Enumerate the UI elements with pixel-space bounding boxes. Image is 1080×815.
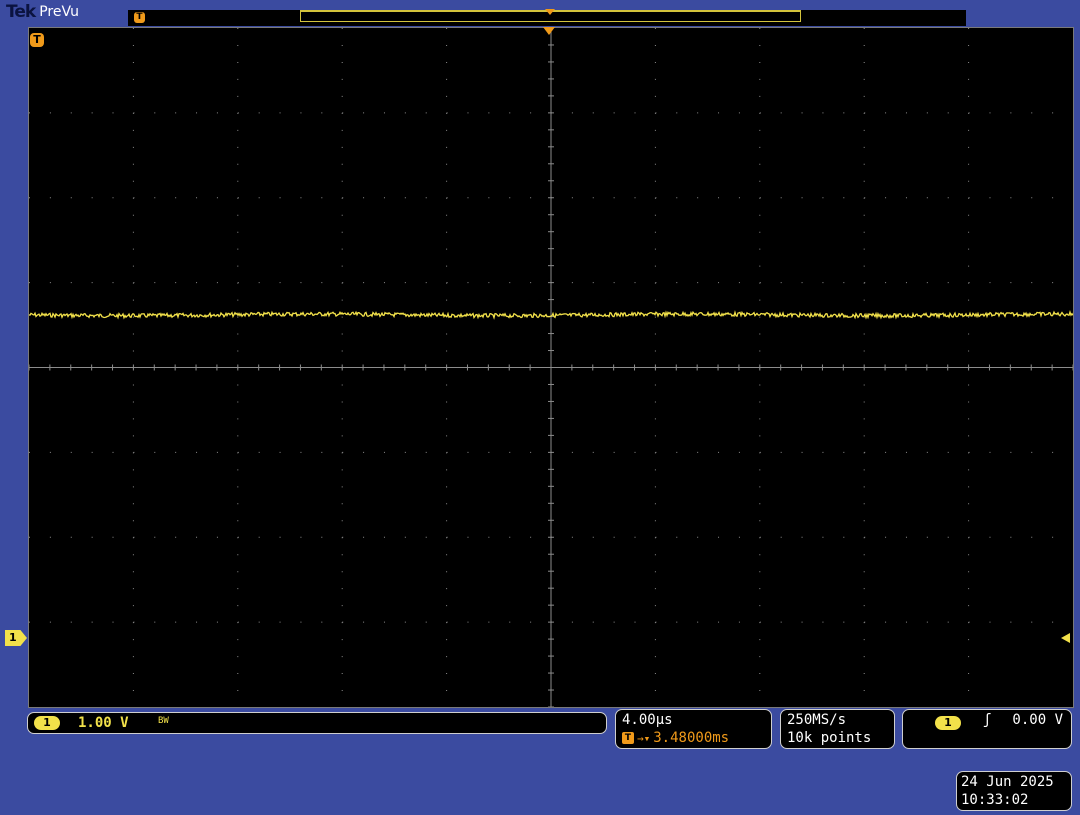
time: 10:33:02 [961, 792, 1029, 808]
channel1-badge: 1 [34, 716, 60, 730]
sample-rate: 250MS/s [787, 712, 847, 728]
record-center-marker-icon [545, 9, 555, 15]
date-time-readout: 24 Jun 2025 10:33:02 [956, 771, 1072, 811]
record-trigger-icon: T [134, 12, 145, 23]
trigger-delay-icon: T [622, 732, 634, 744]
trigger-time-marker-icon[interactable] [543, 27, 555, 35]
tek-logo: Tek [6, 2, 36, 22]
delay-arrow-icon: →▾ [637, 731, 651, 745]
date: 24 Jun 2025 [961, 774, 1054, 790]
acquisition-readout[interactable]: 250MS/s 10k points [780, 709, 895, 749]
trigger-readout[interactable]: 1 ʃ 0.00 V [902, 709, 1072, 749]
acquisition-mode: PreVu [39, 4, 79, 20]
bandwidth-limit-flag: BW [158, 716, 169, 726]
record-view-window[interactable] [300, 9, 801, 22]
top-bar: Tek PreVu T [0, 0, 1080, 26]
channel1-scale: 1.00 V [78, 715, 129, 731]
oscilloscope-display: Tek PreVu T T 1 1 1.00 V BW 4.00µs T →▾ … [0, 0, 1080, 815]
ch1-ground-marker-icon[interactable]: 1 [5, 630, 27, 646]
channel1-readout[interactable]: 1 1.00 V BW [27, 712, 607, 734]
trigger-level: 0.00 V [1012, 712, 1063, 728]
horizontal-position-value: 3.48000ms [653, 730, 730, 746]
brand: Tek PreVu [6, 2, 79, 22]
waveform-graticule[interactable] [28, 27, 1074, 708]
horizontal-readout[interactable]: 4.00µs T →▾ 3.48000ms [615, 709, 772, 749]
record-length: 10k points [787, 730, 872, 746]
rising-edge-icon: ʃ [983, 712, 992, 728]
trigger-position-icon[interactable]: T [30, 33, 44, 47]
trigger-level-marker-icon[interactable] [1061, 633, 1070, 643]
horizontal-scale: 4.00µs [622, 712, 673, 728]
trigger-source-badge: 1 [935, 716, 961, 730]
horizontal-position: T →▾ 3.48000ms [622, 730, 729, 746]
graticule-svg [29, 28, 1073, 707]
